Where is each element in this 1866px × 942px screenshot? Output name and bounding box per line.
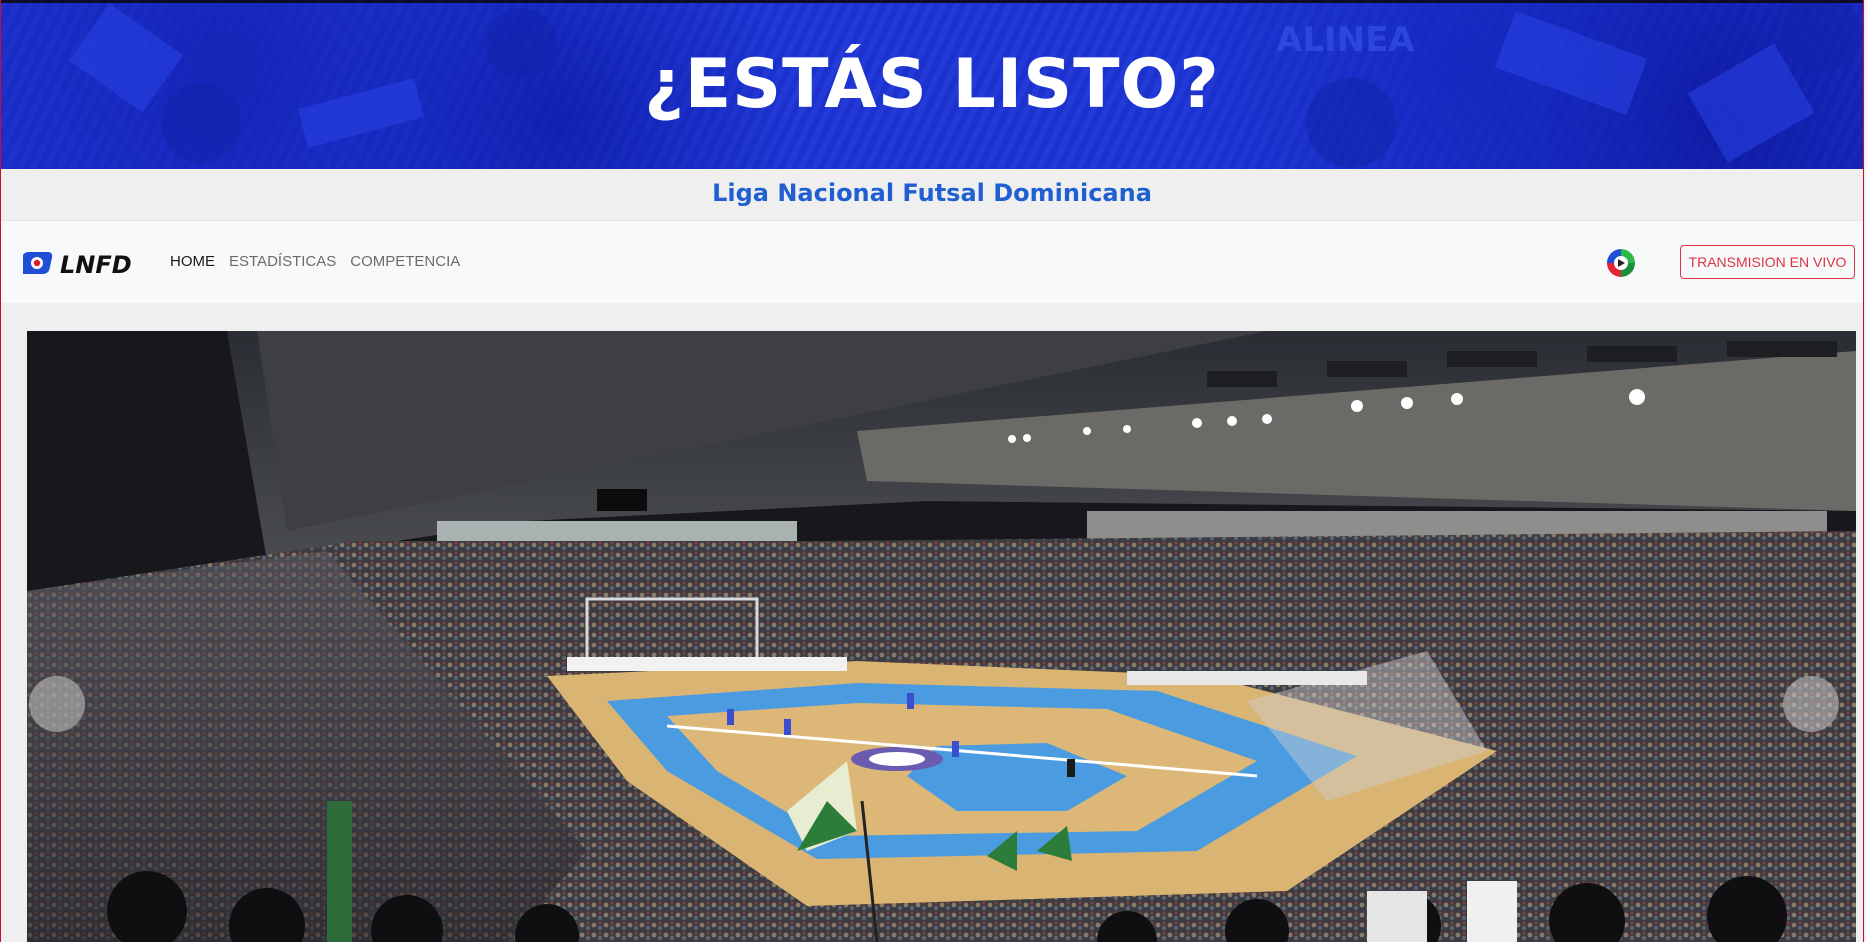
carousel-prev-button[interactable] bbox=[29, 676, 85, 732]
page-frame: ALINEA ¿ESTÁS LISTO? Liga Nacional Futsa… bbox=[0, 0, 1864, 942]
nav-competencia[interactable]: COMPETENCIA bbox=[350, 251, 460, 273]
league-name: Liga Nacional Futsal Dominicana bbox=[712, 179, 1152, 207]
tv-channel-logo-icon[interactable] bbox=[1606, 248, 1636, 278]
chevron-left-icon bbox=[50, 695, 61, 713]
hero-banner: ALINEA ¿ESTÁS LISTO? bbox=[1, 3, 1863, 169]
chevron-right-icon bbox=[1807, 695, 1818, 713]
live-stream-button[interactable]: TRANSMISION EN VIVO bbox=[1680, 245, 1855, 279]
lnfd-logo[interactable]: LNFD bbox=[23, 248, 139, 278]
navbar: LNFD HOME ESTADÍSTICAS COMPETENCIA TRANS… bbox=[1, 220, 1863, 303]
logo-text: LNFD bbox=[60, 251, 132, 278]
hero-title: ¿ESTÁS LISTO? bbox=[644, 45, 1220, 124]
logo-emblem-icon bbox=[23, 252, 53, 274]
nav-home[interactable]: HOME bbox=[170, 251, 215, 273]
carousel-next-button[interactable] bbox=[1783, 676, 1839, 732]
subtitle-bar: Liga Nacional Futsal Dominicana bbox=[1, 169, 1863, 219]
hero-carousel bbox=[27, 331, 1856, 942]
futsal-arena-photo bbox=[27, 331, 1856, 942]
nav-estadisticas[interactable]: ESTADÍSTICAS bbox=[229, 251, 336, 273]
nav-links: HOME ESTADÍSTICAS COMPETENCIA bbox=[170, 251, 460, 273]
